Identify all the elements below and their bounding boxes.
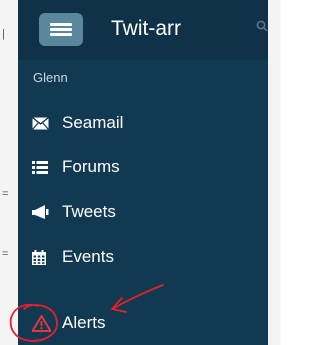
list-icon [32, 160, 56, 174]
hamburger-icon [50, 23, 72, 26]
background-page-right [268, 0, 281, 345]
nav-item-tweets[interactable]: Tweets [18, 192, 268, 232]
background-fragment: | [2, 28, 5, 40]
megaphone-icon [32, 205, 56, 219]
nav-item-events[interactable]: Events [18, 237, 268, 277]
menu-toggle-button[interactable] [39, 13, 83, 46]
side-drawer: Twit-arr Glenn Seamail Forums Tweets Eve… [18, 0, 268, 345]
search-icon[interactable] [256, 19, 268, 35]
calendar-icon [32, 249, 56, 265]
envelope-icon [32, 116, 56, 130]
nav-item-label: Seamail [62, 113, 124, 132]
warning-icon [32, 314, 56, 332]
nav-item-forums[interactable]: Forums [18, 147, 268, 187]
background-fragment: = [2, 188, 9, 200]
hamburger-icon-bar [50, 28, 72, 31]
drawer-header: Twit-arr [18, 0, 268, 60]
background-page-left: | = = [0, 0, 18, 345]
app-title: Twit-arr [111, 17, 181, 40]
nav-item-label: Tweets [62, 202, 116, 221]
nav-item-seamail[interactable]: Seamail [18, 103, 268, 143]
nav-item-label: Forums [62, 157, 120, 176]
hamburger-icon-bar [50, 33, 72, 36]
username-label: Glenn [33, 70, 68, 85]
background-fragment: = [2, 248, 9, 260]
nav-item-label: Events [62, 247, 114, 266]
nav-item-label: Alerts [62, 313, 106, 332]
nav-item-alerts[interactable]: Alerts [18, 303, 268, 343]
